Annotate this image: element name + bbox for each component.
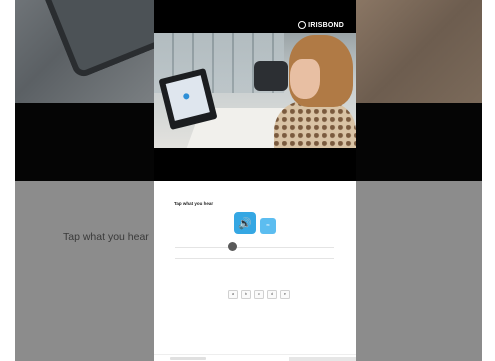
word-chip[interactable]: d: [267, 290, 277, 299]
blurred-prompt-text: Tap what you hear: [63, 231, 149, 243]
left-blurred-background: Tap what you hear: [15, 0, 154, 361]
exercise-prompt: Tap what you hear: [174, 201, 214, 206]
blurred-video-left: [15, 0, 154, 103]
tablet-logo: [182, 92, 190, 100]
irisbond-logo-icon: [298, 21, 307, 29]
word-chip[interactable]: e: [280, 290, 290, 299]
word-chip[interactable]: c: [254, 290, 264, 299]
skip-button[interactable]: [170, 357, 206, 360]
chair: [254, 61, 288, 91]
speaker-icon: 🔊: [238, 217, 252, 230]
play-audio-button[interactable]: 🔊: [234, 212, 256, 234]
word-chip[interactable]: a: [228, 290, 238, 299]
video-frame: Tap what you hear IRISBOND Tap what you …: [0, 0, 495, 361]
blurred-video-right: [356, 0, 482, 103]
exercise-panel: Tap what you hear 🔊 ≈ a b c d e: [154, 181, 356, 361]
blurred-letterbox-right: [356, 103, 482, 181]
camera-video: [154, 33, 356, 148]
answer-line: [175, 258, 334, 259]
play-slow-audio-button[interactable]: ≈: [260, 218, 276, 234]
right-blurred-background: [356, 0, 482, 361]
brand-logo: IRISBOND: [298, 21, 344, 29]
person-face: [290, 59, 320, 99]
middle-letterbox: [154, 148, 356, 181]
brand-name: IRISBOND: [308, 21, 344, 29]
word-chip[interactable]: b: [241, 290, 251, 299]
main-video-column: IRISBOND Tap what you hear 🔊 ≈ a b c d e: [154, 0, 356, 361]
word-bank: a b c d e: [228, 290, 290, 299]
blurred-letterbox-left: [15, 103, 154, 181]
slow-speech-icon: ≈: [266, 223, 270, 229]
check-button[interactable]: [289, 357, 356, 361]
gaze-cursor: [228, 242, 237, 251]
footer-divider: [154, 354, 356, 355]
tablet-screen: [165, 75, 210, 121]
blurred-app-right: [356, 181, 482, 361]
blurred-app-left: [15, 181, 154, 361]
blurred-device: [45, 0, 154, 80]
answer-line: [175, 247, 334, 248]
person-body: [274, 101, 356, 148]
